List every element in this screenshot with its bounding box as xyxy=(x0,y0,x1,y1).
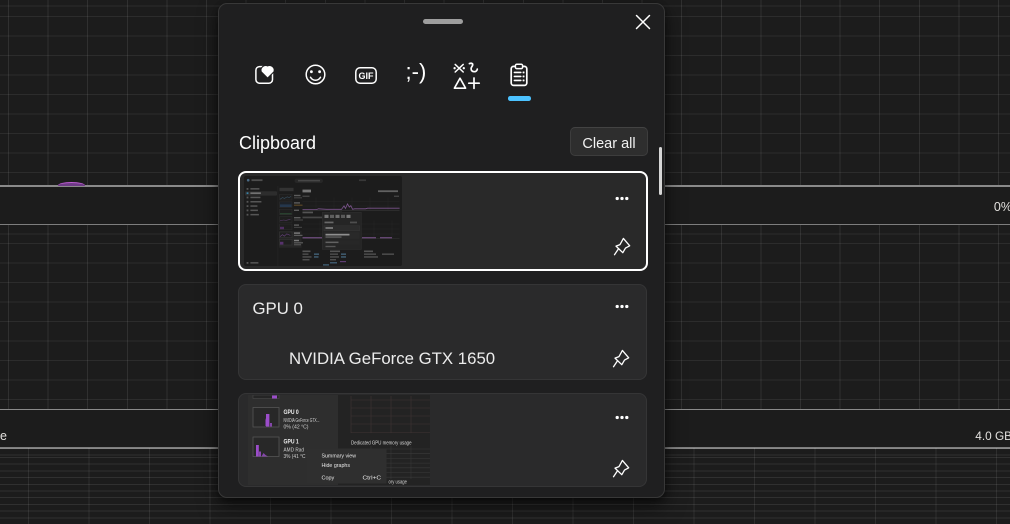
svg-text:GPU 0: GPU 0 xyxy=(283,409,299,415)
svg-text:3% (41 °C: 3% (41 °C xyxy=(283,453,305,459)
svg-text:Summary view: Summary view xyxy=(321,453,356,459)
svg-text:Copy: Copy xyxy=(321,475,334,481)
svg-text:Ctrl+C: Ctrl+C xyxy=(362,475,381,481)
svg-text:AMD Rad: AMD Rad xyxy=(283,447,304,453)
svg-text:Hide graphs: Hide graphs xyxy=(321,462,350,468)
svg-text:GIF: GIF xyxy=(359,71,375,81)
svg-text:Dedicated GPU memory usage: Dedicated GPU memory usage xyxy=(351,440,412,446)
svg-text:ory usage: ory usage xyxy=(388,479,407,485)
svg-text:NVIDIA GeForce GTX...: NVIDIA GeForce GTX... xyxy=(283,417,319,423)
svg-text:0% (42 °C): 0% (42 °C) xyxy=(283,424,308,430)
svg-text:GPU 1: GPU 1 xyxy=(283,439,299,445)
